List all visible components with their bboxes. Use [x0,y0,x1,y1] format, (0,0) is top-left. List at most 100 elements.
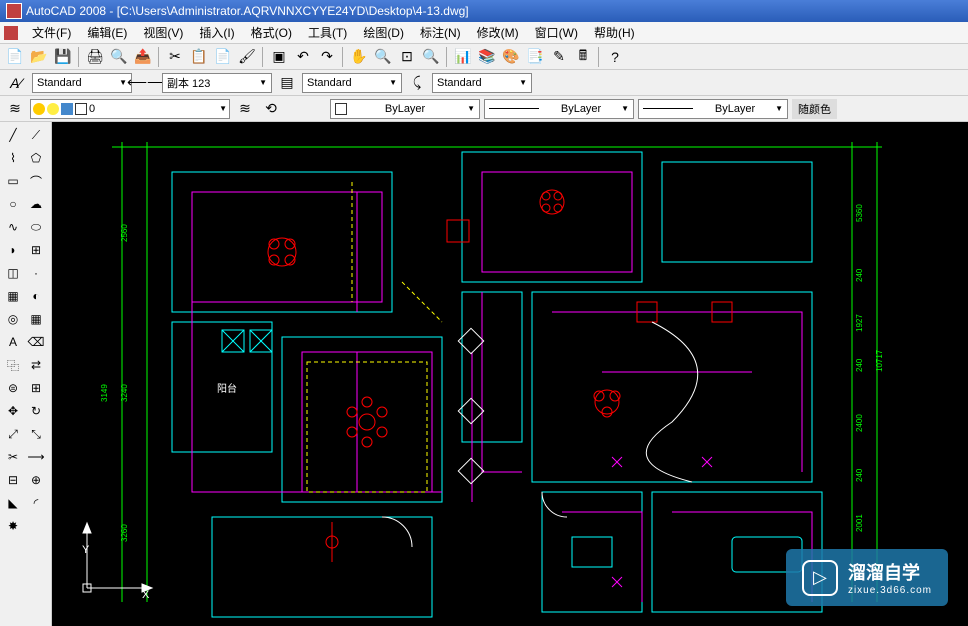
print-button[interactable]: 🖨 [84,46,106,68]
zoom-realtime-button[interactable]: 🔍 [372,46,394,68]
table-tool[interactable]: ▦ [25,308,47,330]
chamfer-tool[interactable]: ◣ [2,492,24,514]
markup-button[interactable]: ✎ [548,46,570,68]
undo-button[interactable]: ↶ [292,46,314,68]
match-button[interactable]: 🖌 [236,46,258,68]
trim-tool[interactable]: ✂ [2,446,24,468]
layer-manager-button[interactable]: ≋ [4,98,26,120]
tablestyle-dropdown[interactable]: Standard ▼ [302,73,402,93]
separator [78,47,80,67]
xline-tool[interactable]: ⟋ [25,124,47,146]
point-tool[interactable]: · [25,262,47,284]
explode-tool[interactable]: ✸ [2,515,24,537]
move-tool[interactable]: ✥ [2,400,24,422]
hatch-tool[interactable]: ▦ [2,285,24,307]
circle-tool[interactable]: ○ [2,193,24,215]
color-swatch-icon [75,103,87,115]
dimstyle-icon[interactable]: ⟵⟶ [136,72,158,94]
spline-tool[interactable]: ∿ [2,216,24,238]
textstyle-dropdown[interactable]: Standard ▼ [32,73,132,93]
main-area: ╱ ⟋ ⌇ ⬠ ▭ ⌒ ○ ☁ ∿ ⬭ ◗ ⊞ ◫ · ▦ ◐ ◎ ▦ A ⌫ … [0,122,968,626]
pline-tool[interactable]: ⌇ [2,147,24,169]
menu-dimension[interactable]: 标注(N) [412,22,469,43]
tablestyle-icon[interactable]: ▤ [276,72,298,94]
gradient-tool[interactable]: ◐ [25,285,47,307]
makeblock-tool[interactable]: ◫ [2,262,24,284]
ellipsearc-tool[interactable]: ◗ [2,239,24,261]
designcenter-button[interactable]: 📚 [476,46,498,68]
copy-tool[interactable]: ⿻ [2,354,24,376]
rotate-tool[interactable]: ↻ [25,400,47,422]
menu-modify[interactable]: 修改(M) [469,22,527,43]
extend-tool[interactable]: ⟶ [25,446,47,468]
preview-button[interactable]: 🔍 [108,46,130,68]
stretch-tool[interactable]: ⤡ [25,423,47,445]
linetype-dropdown[interactable]: ByLayer ▼ [484,99,634,119]
zoom-window-button[interactable]: ⊡ [396,46,418,68]
publish-button[interactable]: 📤 [132,46,154,68]
join-tool[interactable]: ⊕ [25,469,47,491]
block-button[interactable]: ▣ [268,46,290,68]
layer-prev-button[interactable]: ⟲ [260,98,282,120]
menu-help[interactable]: 帮助(H) [586,22,643,43]
menubar: 文件(F) 编辑(E) 视图(V) 插入(I) 格式(O) 工具(T) 绘图(D… [0,22,968,44]
app-menu-icon[interactable] [4,26,18,40]
toolpalette-button[interactable]: 🎨 [500,46,522,68]
styles-toolbar: A⁄ Standard ▼ ⟵⟶ 副本 123 ▼ ▤ Standard ▼ ⤹… [0,70,968,96]
paste-button[interactable]: 📄 [212,46,234,68]
open-button[interactable]: 📂 [28,46,50,68]
redo-button[interactable]: ↷ [316,46,338,68]
menu-draw[interactable]: 绘图(D) [355,22,412,43]
insert-tool[interactable]: ⊞ [25,239,47,261]
cut-button[interactable]: ✂ [164,46,186,68]
properties-button[interactable]: 📊 [452,46,474,68]
layer-dropdown[interactable]: 0 ▼ [30,99,230,119]
offset-tool[interactable]: ⊜ [2,377,24,399]
ellipse-tool[interactable]: ⬭ [25,216,47,238]
mirror-tool[interactable]: ⇄ [25,354,47,376]
dimstyle-dropdown[interactable]: 副本 123 ▼ [162,73,272,93]
zoom-previous-button[interactable]: 🔍 [420,46,442,68]
watermark: ▷ 溜溜自学 zixue.3d66.com [786,549,948,606]
polygon-tool[interactable]: ⬠ [25,147,47,169]
mtext-tool[interactable]: A [2,331,24,353]
menu-tools[interactable]: 工具(T) [300,22,355,43]
break-tool[interactable]: ⊟ [2,469,24,491]
array-tool[interactable]: ⊞ [25,377,47,399]
drawing-canvas[interactable]: 2560 3149 3240 3260 5360 240 1927 240 10… [52,122,968,626]
mleader-dropdown[interactable]: Standard ▼ [432,73,532,93]
revcloud-tool[interactable]: ☁ [25,193,47,215]
help-button[interactable]: ? [604,46,626,68]
menu-file[interactable]: 文件(F) [24,22,79,43]
pan-button[interactable]: ✋ [348,46,370,68]
layer-states-button[interactable]: ≋ [234,98,256,120]
arc-tool[interactable]: ⌒ [25,170,47,192]
new-button[interactable]: 📄 [4,46,26,68]
svg-text:3149: 3149 [100,384,109,402]
erase-tool[interactable]: ⌫ [25,331,47,353]
menu-view[interactable]: 视图(V) [135,22,191,43]
color-dropdown[interactable]: ByLayer ▼ [330,99,480,119]
menu-format[interactable]: 格式(O) [243,22,300,43]
fillet-tool[interactable]: ◜ [25,492,47,514]
mleader-icon[interactable]: ⤹ [406,72,428,94]
scale-tool[interactable]: ⤢ [2,423,24,445]
sheet-button[interactable]: 📑 [524,46,546,68]
save-button[interactable]: 💾 [52,46,74,68]
rectangle-tool[interactable]: ▭ [2,170,24,192]
calc-button[interactable]: 🖩 [572,46,594,68]
menu-window[interactable]: 窗口(W) [527,22,586,43]
separator [598,47,600,67]
menu-edit[interactable]: 编辑(E) [79,22,135,43]
copy-button[interactable]: 📋 [188,46,210,68]
textstyle-icon[interactable]: A⁄ [4,75,28,91]
chevron-down-icon: ▼ [219,104,227,113]
region-tool[interactable]: ◎ [2,308,24,330]
play-icon: ▷ [802,560,838,596]
line-tool[interactable]: ╱ [2,124,24,146]
ucs-y-label: Y [82,544,89,556]
chevron-down-icon: ▼ [519,78,527,87]
lineweight-dropdown[interactable]: ByLayer ▼ [638,99,788,119]
separator [158,47,160,67]
menu-insert[interactable]: 插入(I) [191,22,242,43]
